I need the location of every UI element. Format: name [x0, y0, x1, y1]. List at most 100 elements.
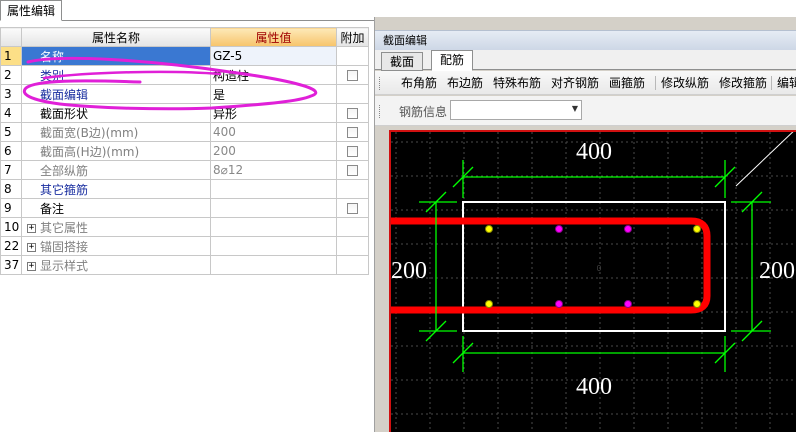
edge-bar-top-2[interactable] — [624, 225, 632, 233]
row-number: 3 — [0, 84, 22, 104]
center-mark: 0 — [597, 264, 602, 273]
extra-checkbox[interactable] — [347, 165, 358, 176]
property-value[interactable]: GZ-5 — [210, 46, 337, 66]
property-extra-cell — [336, 236, 369, 256]
property-row-remarks[interactable]: 9 备注 — [0, 198, 369, 218]
property-group-other-attributes[interactable]: 10 + 其它属性 — [0, 217, 369, 237]
extra-checkbox[interactable] — [347, 146, 358, 157]
column-header-value[interactable]: 属性值 — [210, 27, 337, 47]
toolbar-grip[interactable] — [379, 105, 382, 118]
property-value[interactable]: 8⌀12 — [210, 160, 337, 180]
column-header-extra[interactable]: 附加 — [336, 27, 369, 47]
property-group-display-style[interactable]: 37 + 显示样式 — [0, 255, 369, 275]
property-group-label[interactable]: + 锚固搭接 — [21, 236, 211, 256]
row-number: 37 — [0, 255, 22, 275]
property-name[interactable]: 截面形状 — [21, 103, 211, 123]
rebar-info-label: 钢筋信息 — [399, 105, 448, 119]
corner-bar-bottom-left[interactable] — [485, 300, 493, 308]
property-value — [210, 236, 337, 256]
toolbar-separator — [655, 76, 656, 90]
section-drawing[interactable]: 400 400 200 200 0 — [391, 132, 796, 432]
row-number: 1 — [0, 46, 22, 66]
draw-stirrup-button[interactable]: 画箍筋 — [609, 75, 645, 91]
align-bars-button[interactable]: 对齐钢筋 — [551, 75, 599, 91]
expand-plus-icon[interactable]: + — [27, 261, 36, 271]
property-row-longitudinal-bars[interactable]: 7 全部纵筋 8⌀12 — [0, 160, 369, 180]
property-group-anchorage[interactable]: 22 + 锚固搭接 — [0, 236, 369, 256]
modify-stirrups-button[interactable]: 修改箍筋 — [719, 75, 767, 91]
section-drawing-canvas[interactable]: 400 400 200 200 0 — [389, 130, 796, 432]
property-value[interactable] — [210, 179, 337, 199]
property-row-section-height[interactable]: 6 截面高(H边)(mm) 200 — [0, 141, 369, 161]
property-extra-cell — [336, 217, 369, 237]
dimension-label-right: 200 — [759, 258, 795, 284]
property-value[interactable]: 是 — [210, 84, 337, 104]
property-value[interactable] — [210, 198, 337, 218]
edge-bar-top-1[interactable] — [555, 225, 563, 233]
expand-plus-icon[interactable]: + — [27, 223, 36, 233]
extra-checkbox[interactable] — [347, 203, 358, 214]
property-extra-cell — [336, 179, 369, 199]
property-extra-cell — [336, 46, 369, 66]
group-name: 显示样式 — [40, 258, 89, 273]
property-value[interactable]: 构造柱 — [210, 65, 337, 85]
row-number: 9 — [0, 198, 22, 218]
property-group-label[interactable]: + 显示样式 — [21, 255, 211, 275]
edge-bar-bottom-2[interactable] — [624, 300, 632, 308]
property-extra-cell — [336, 103, 369, 123]
property-name[interactable]: 截面编辑 — [21, 84, 211, 104]
property-row-section-edit[interactable]: 3 截面编辑 是 — [0, 84, 369, 104]
toolbar-grip[interactable] — [379, 77, 382, 90]
extra-checkbox[interactable] — [347, 70, 358, 81]
tab-reinforcement[interactable]: 配筋 — [431, 50, 474, 71]
place-edge-bars-button[interactable]: 布边筋 — [447, 75, 483, 91]
group-name: 锚固搭接 — [40, 239, 89, 254]
row-number: 7 — [0, 160, 22, 180]
property-name[interactable]: 全部纵筋 — [21, 160, 211, 180]
property-extra-cell — [336, 160, 369, 180]
property-row-section-shape[interactable]: 4 截面形状 异形 — [0, 103, 369, 123]
property-row-name[interactable]: 1 名称 GZ-5 — [0, 46, 369, 66]
property-extra-cell — [336, 65, 369, 85]
row-number: 4 — [0, 103, 22, 123]
special-bars-button[interactable]: 特殊布筋 — [493, 75, 541, 91]
property-grid: 属性名称 属性值 附加 1 名称 GZ-5 2 类别 构造柱 3 截面编辑 是 — [0, 27, 369, 275]
property-extra-cell — [336, 255, 369, 275]
property-row-section-width[interactable]: 5 截面宽(B边)(mm) 400 — [0, 122, 369, 142]
tab-property-edit[interactable]: 属性编辑 — [0, 0, 63, 21]
property-name[interactable]: 截面高(H边)(mm) — [21, 141, 211, 161]
property-group-label[interactable]: + 其它属性 — [21, 217, 211, 237]
rebar-info-row: 钢筋信息 ▼ — [375, 96, 796, 126]
corner-bar-top-right[interactable] — [693, 225, 701, 233]
property-value[interactable]: 异形 — [210, 103, 337, 123]
property-name[interactable]: 类别 — [21, 65, 211, 85]
edge-bar-bottom-1[interactable] — [555, 300, 563, 308]
dimension-bottom — [452, 336, 736, 372]
property-row-other-stirrups[interactable]: 8 其它箍筋 — [0, 179, 369, 199]
rebar-toolbar: 布角筋 布边筋 特殊布筋 对齐钢筋 画箍筋 修改纵筋 修改箍筋 编辑 — [375, 71, 796, 95]
tab-section[interactable]: 截面 — [381, 52, 424, 71]
property-row-category[interactable]: 2 类别 构造柱 — [0, 65, 369, 85]
rebar-info-dropdown[interactable]: ▼ — [450, 100, 582, 120]
property-name[interactable]: 截面宽(B边)(mm) — [21, 122, 211, 142]
property-name[interactable]: 备注 — [21, 198, 211, 218]
place-corner-bars-button[interactable]: 布角筋 — [401, 75, 437, 91]
edit-button[interactable]: 编辑 — [777, 75, 796, 91]
construction-line — [735, 132, 794, 187]
grid-corner-header — [0, 27, 22, 47]
modify-longitudinal-bars-button[interactable]: 修改纵筋 — [661, 75, 709, 91]
property-name[interactable]: 名称 — [21, 46, 211, 66]
expand-plus-icon[interactable]: + — [27, 242, 36, 252]
extra-checkbox[interactable] — [347, 127, 358, 138]
corner-bar-top-left[interactable] — [485, 225, 493, 233]
property-value[interactable]: 200 — [210, 141, 337, 161]
column-header-name[interactable]: 属性名称 — [21, 27, 211, 47]
extra-checkbox[interactable] — [347, 108, 358, 119]
corner-bar-bottom-right[interactable] — [693, 300, 701, 308]
property-value[interactable]: 400 — [210, 122, 337, 142]
toolbar-separator — [771, 76, 772, 90]
dropdown-arrow-icon[interactable]: ▼ — [572, 104, 578, 113]
property-name[interactable]: 其它箍筋 — [21, 179, 211, 199]
stirrup-line[interactable] — [391, 217, 711, 314]
group-name: 其它属性 — [40, 220, 89, 235]
